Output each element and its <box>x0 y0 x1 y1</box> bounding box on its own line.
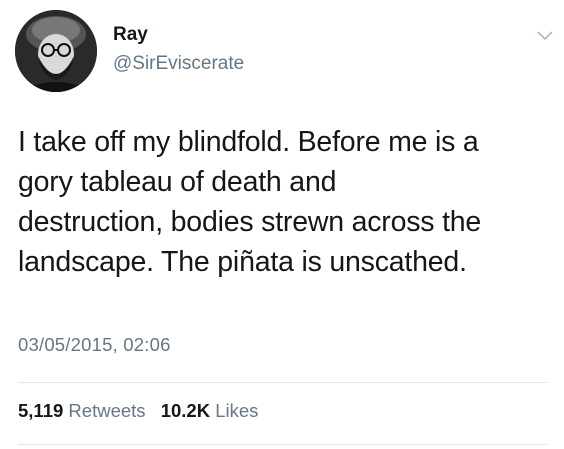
retweets-count: 5,119 <box>18 400 64 421</box>
avatar[interactable] <box>15 10 97 92</box>
likes-stat[interactable]: 10.2K Likes <box>161 399 259 423</box>
user-handle[interactable]: @SirEviscerate <box>113 52 244 76</box>
tweet-text: I take off my blindfold. Before me is a … <box>18 122 558 282</box>
likes-count: 10.2K <box>160 400 211 421</box>
tweet-text-line: destruction, bodies strewn across the <box>18 206 482 238</box>
chevron-down-icon[interactable] <box>533 26 557 44</box>
display-name[interactable]: Ray <box>113 23 148 47</box>
divider <box>18 382 548 383</box>
tweet-card: Ray @SirEviscerate I take off my blindfo… <box>0 0 564 449</box>
divider <box>18 444 548 445</box>
tweet-stats: 5,119 Retweets 10.2K Likes <box>18 399 258 423</box>
retweets-stat[interactable]: 5,119 Retweets <box>18 399 146 423</box>
tweet-text-line: landscape. The piñata is unscathed. <box>18 246 467 278</box>
likes-label: Likes <box>215 400 259 421</box>
tweet-text-line: gory tableau of death and <box>18 166 337 198</box>
tweet-timestamp[interactable]: 03/05/2015, 02:06 <box>18 333 171 357</box>
tweet-text-line: I take off my blindfold. Before me is a <box>18 126 479 158</box>
user-avatar-photo-icon <box>15 10 97 92</box>
retweets-label: Retweets <box>68 400 146 421</box>
